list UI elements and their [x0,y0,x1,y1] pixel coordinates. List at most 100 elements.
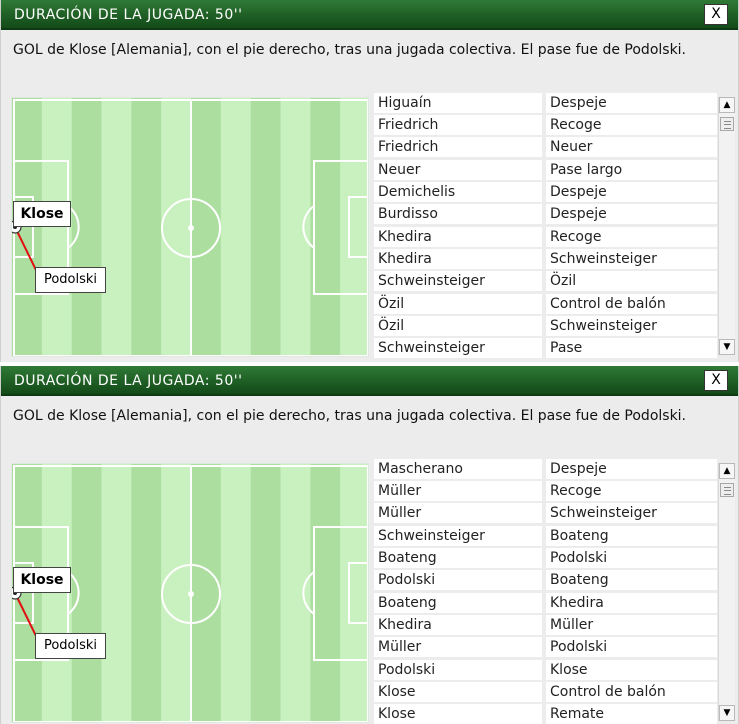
list-item: Müller Recoge [374,481,717,501]
action-cell: Control de balón [546,682,717,702]
action-cell: Recoge [546,481,717,501]
list-item: Friedrich Neuer [374,137,717,157]
action-cell: Podolski [546,548,717,568]
grass-stripe [101,98,132,356]
player-cell: Podolski [374,660,542,680]
center-spot [188,225,194,231]
grass-stripe [340,98,368,356]
action-cell: Klose [546,660,717,680]
player-cell: Özil [374,316,542,336]
list-item: Schweinsteiger Pase [374,338,717,358]
player-cell: Boateng [374,548,542,568]
list-item: Müller Podolski [374,637,717,657]
grass-stripe [191,98,222,356]
action-cell: Recoge [546,115,717,135]
title-bar: DURACIÓN DE LA JUGADA: 50'' X [1,0,738,30]
action-cell: Despeje [546,204,717,224]
close-button[interactable]: X [704,370,728,391]
grass-stripe [191,464,222,722]
play-sequence-list: Higuaín Despeje Friedrich Recoge Friedrich… [374,93,717,359]
player-cell: Klose [374,704,542,724]
action-cell: Schweinsteiger [546,249,717,269]
player-cell: Müller [374,637,542,657]
list-item: Friedrich Recoge [374,115,717,135]
list-item: Burdisso Despeje [374,204,717,224]
list-item: Klose Control de balón [374,682,717,702]
grass-stripe [280,464,311,722]
player-cell: Neuer [374,160,542,180]
list-item: Boateng Khedira [374,593,717,613]
player-cell: Khedira [374,249,542,269]
play-detail-panel: DURACIÓN DE LA JUGADA: 50'' X GOL de Klo… [0,366,739,724]
play-sequence-list: Mascherano Despeje Müller Recoge Müller Sch… [374,459,717,724]
grass-stripe [161,98,192,356]
grass-stripe [161,464,192,722]
scorer-tag: Klose [13,201,71,227]
player-cell: Klose [374,682,542,702]
grass-stripe [71,464,102,722]
player-cell: Müller [374,481,542,501]
grass-stripe [71,98,102,356]
action-cell: Boateng [546,570,717,590]
scroll-down-arrow-icon[interactable]: ▼ [719,339,735,355]
list-item: Klose Remate [374,704,717,724]
action-cell: Control de balón [546,294,717,314]
goal-description: GOL de Klose [Alemania], con el pie dere… [13,42,687,58]
player-cell: Mascherano [374,459,542,479]
action-cell: Despeje [546,459,717,479]
assist-tag: Podolski [35,267,106,293]
list-item: Khedira Recoge [374,227,717,247]
list-item: Khedira Müller [374,615,717,635]
player-cell: Friedrich [374,137,542,157]
center-spot [188,591,194,597]
action-cell: Despeje [546,93,717,113]
football-pitch [11,97,369,357]
action-cell: Recoge [546,227,717,247]
assist-tag: Podolski [35,633,106,659]
player-cell: Demichelis [374,182,542,202]
player-cell: Özil [374,294,542,314]
list-item: Schweinsteiger Boateng [374,526,717,546]
play-detail-panel: DURACIÓN DE LA JUGADA: 50'' X GOL de Klo… [0,0,739,362]
list-item: Özil Schweinsteiger [374,316,717,336]
action-cell: Müller [546,615,717,635]
grass-stripe [250,98,281,356]
close-button[interactable]: X [704,4,728,25]
player-cell: Khedira [374,615,542,635]
list-item: Podolski Klose [374,660,717,680]
player-cell: Müller [374,503,542,523]
football-pitch [11,463,369,723]
action-cell: Neuer [546,137,717,157]
list-scrollbar[interactable]: ▲ ▼ [718,463,735,721]
play-duration-title: DURACIÓN DE LA JUGADA: 50'' [14,7,243,23]
list-item: Özil Control de balón [374,294,717,314]
list-scrollbar[interactable]: ▲ ▼ [718,97,735,355]
list-item: Podolski Boateng [374,570,717,590]
player-cell: Higuaín [374,93,542,113]
list-item: Neuer Pase largo [374,160,717,180]
scrollbar-thumb[interactable] [720,483,734,497]
action-cell: Schweinsteiger [546,316,717,336]
player-cell: Boateng [374,593,542,613]
action-cell: Özil [546,271,717,291]
list-item: Demichelis Despeje [374,182,717,202]
pitch-drawing [12,98,368,356]
player-cell: Schweinsteiger [374,526,542,546]
goal-description: GOL de Klose [Alemania], con el pie dere… [13,408,687,424]
list-item: Boateng Podolski [374,548,717,568]
scroll-up-arrow-icon[interactable]: ▲ [719,463,735,479]
list-item: Müller Schweinsteiger [374,503,717,523]
scroll-up-arrow-icon[interactable]: ▲ [719,97,735,113]
grass-stripe [220,98,252,356]
grass-stripe [220,464,252,722]
scroll-down-arrow-icon[interactable]: ▼ [719,705,735,721]
list-item: Schweinsteiger Özil [374,271,717,291]
player-cell: Friedrich [374,115,542,135]
player-cell: Burdisso [374,204,542,224]
player-cell: Khedira [374,227,542,247]
play-duration-title: DURACIÓN DE LA JUGADA: 50'' [14,373,243,389]
pitch-drawing [12,464,368,722]
grass-stripe [250,464,281,722]
grass-stripe [131,98,162,356]
scrollbar-thumb[interactable] [720,117,734,131]
